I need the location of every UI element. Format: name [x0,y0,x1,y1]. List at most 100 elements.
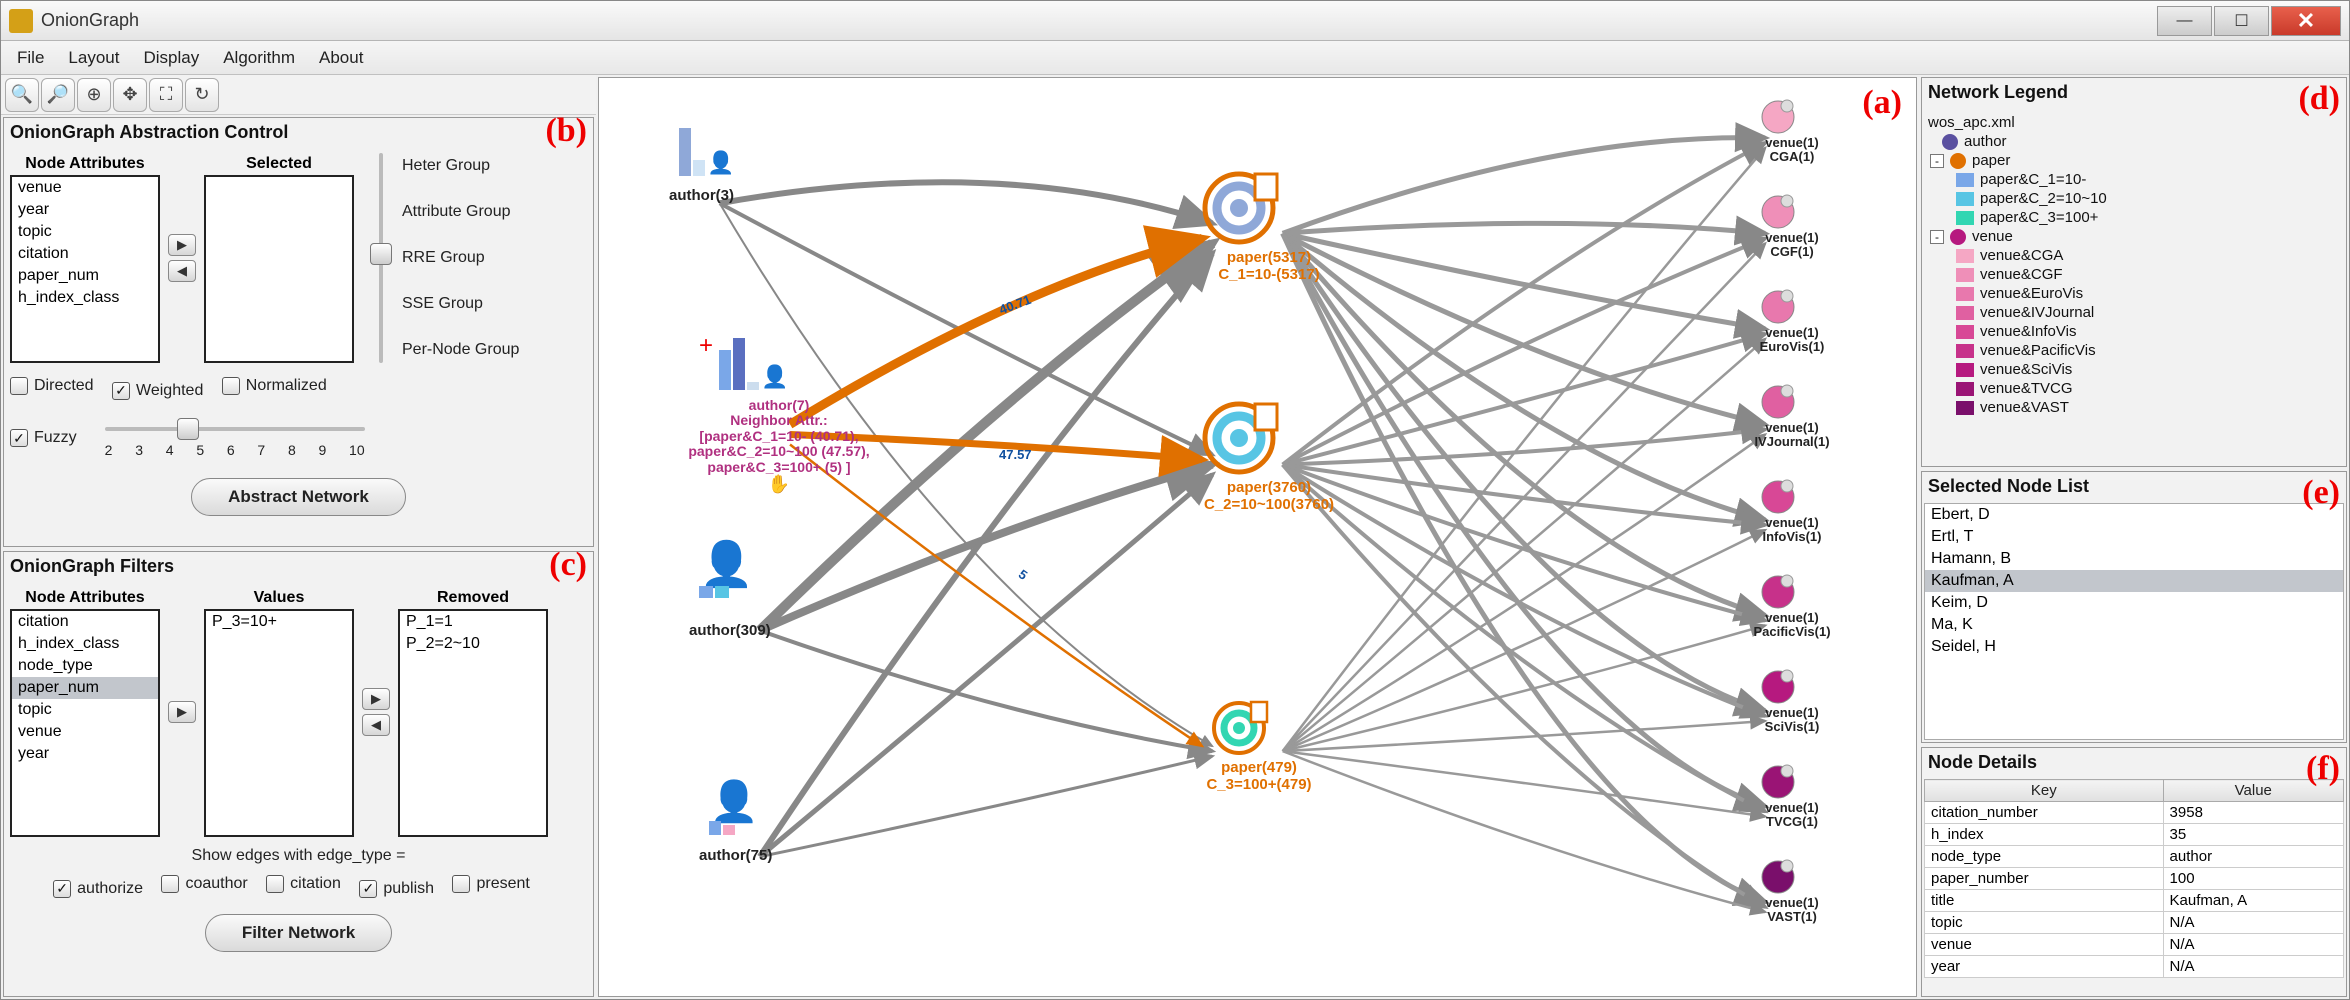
refresh-icon[interactable]: ↻ [185,78,219,112]
list-item[interactable]: Ertl, T [1925,526,2343,548]
pan-icon[interactable]: ✥ [113,78,147,112]
filter-removed-header: Removed [398,587,548,609]
tree-item[interactable]: venue&CGF [1928,265,2340,284]
weighted-checkbox[interactable]: ✓Weighted [112,382,203,400]
node-details-panel: (f) Node Details KeyValue citation_numbe… [1921,747,2347,997]
venue-label: venue(1)SciVis(1) [1747,706,1837,735]
tree-item[interactable]: venue&SciVis [1928,360,2340,379]
menu-layout[interactable]: Layout [56,44,131,72]
coauthor-checkbox[interactable]: coauthor [161,875,247,893]
list-item[interactable]: citation [12,243,158,265]
list-item[interactable]: year [12,199,158,221]
menu-about[interactable]: About [307,44,375,72]
tree-item[interactable]: paper&C_1=10- [1928,170,2340,189]
paper-label: paper(479)C_3=100+(479) [1169,760,1349,793]
list-item[interactable]: Ebert, D [1925,504,2343,526]
directed-checkbox[interactable]: Directed [10,377,94,395]
tree-item[interactable]: venue&InfoVis [1928,322,2340,341]
move-left-button[interactable]: ◀ [362,714,390,736]
list-item[interactable]: Seidel, H [1925,636,2343,658]
abstraction-selected-list[interactable] [204,175,354,363]
tree-item[interactable]: author [1928,132,2340,151]
abstract-network-button[interactable]: Abstract Network [191,478,406,516]
tree-item[interactable]: venue&IVJournal [1928,303,2340,322]
paper-node[interactable] [1199,168,1279,253]
author-node[interactable]: 👤 [709,778,759,835]
move-right-button[interactable]: ▶ [362,688,390,710]
filters-panel: (c) OnionGraph Filters Node Attributes c… [3,551,594,997]
list-item[interactable]: venue [12,721,158,743]
list-item[interactable]: node_type [12,655,158,677]
list-item[interactable]: paper_num [12,265,158,287]
menu-display[interactable]: Display [131,44,211,72]
author-node[interactable]: 👤 [699,538,754,598]
zoom-in-icon[interactable]: 🔍 [5,78,39,112]
author-node-selected[interactable]: + 👤 [719,338,788,390]
tree-item[interactable]: paper&C_2=10~10 [1928,189,2340,208]
legend-tree[interactable]: wos_apc.xml author -paper paper&C_1=10- … [1928,113,2340,417]
filter-network-button[interactable]: Filter Network [205,914,392,952]
author-node[interactable]: 👤 [679,128,734,176]
tree-item[interactable]: venue&EuroVis [1928,284,2340,303]
authorize-checkbox[interactable]: ✓authorize [53,880,143,898]
tree-root[interactable]: wos_apc.xml [1928,113,2340,132]
filter-removed-list[interactable]: P_1=1 P_2=2~10 [398,609,548,837]
move-left-button[interactable]: ◀ [168,260,196,282]
normalized-checkbox[interactable]: Normalized [222,377,327,395]
list-item[interactable]: Kaufman, A [1925,570,2343,592]
group-slider[interactable] [370,153,392,363]
list-item[interactable]: Keim, D [1925,592,2343,614]
window-title: OnionGraph [41,10,2157,31]
tree-item[interactable]: venue&PacificVis [1928,341,2340,360]
close-button[interactable]: ✕ [2271,6,2341,36]
paper-node[interactable] [1199,398,1279,483]
list-item[interactable]: Ma, K [1925,614,2343,636]
tree-item[interactable]: venue&TVCG [1928,379,2340,398]
list-item[interactable]: h_index_class [12,287,158,309]
move-right-button[interactable]: ▶ [168,234,196,256]
tree-item[interactable]: venue&VAST [1928,398,2340,417]
venue-label: venue(1)InfoVis(1) [1747,516,1837,545]
expand-icon[interactable]: ⛶ [149,78,183,112]
menu-file[interactable]: File [5,44,56,72]
window-buttons: — ☐ ✕ [2157,6,2341,36]
list-item[interactable]: paper_num [12,677,158,699]
callout-c: (c) [549,546,587,584]
move-right-button[interactable]: ▶ [168,701,196,723]
list-item[interactable]: h_index_class [12,633,158,655]
citation-checkbox[interactable]: citation [266,875,341,893]
menu-algorithm[interactable]: Algorithm [211,44,307,72]
fuzzy-checkbox[interactable]: ✓Fuzzy [10,429,77,447]
list-item[interactable]: P_1=1 [400,611,546,633]
group-label: Per-Node Group [402,341,519,359]
zoom-out-icon[interactable]: 🔎 [41,78,75,112]
key-header: Key [1925,780,2164,802]
list-item[interactable]: year [12,743,158,765]
paper-node[interactable] [1209,698,1269,763]
list-item[interactable]: P_2=2~10 [400,633,546,655]
filter-values-list[interactable]: P_3=10+ [204,609,354,837]
minimize-button[interactable]: — [2157,6,2212,36]
tree-item[interactable]: -venue [1928,227,2340,246]
graph-canvas[interactable]: (a) [598,77,1917,997]
selected-node-list[interactable]: Ebert, DErtl, THamann, BKaufman, AKeim, … [1924,503,2344,740]
zoom-fit-icon[interactable]: ⊕ [77,78,111,112]
maximize-button[interactable]: ☐ [2214,6,2269,36]
fuzzy-slider[interactable] [105,418,365,440]
filter-values-header: Values [204,587,354,609]
tree-item[interactable]: -paper [1928,151,2340,170]
abstraction-attrs-list[interactable]: venue year topic citation paper_num h_in… [10,175,160,363]
list-item[interactable]: citation [12,611,158,633]
list-item[interactable]: topic [12,699,158,721]
list-item[interactable]: P_3=10+ [206,611,352,633]
present-checkbox[interactable]: present [452,875,529,893]
tree-item[interactable]: venue&CGA [1928,246,2340,265]
group-label: Attribute Group [402,203,519,221]
list-item[interactable]: venue [12,177,158,199]
right-column: (d) Network Legend wos_apc.xml author -p… [1919,75,2349,999]
list-item[interactable]: Hamann, B [1925,548,2343,570]
list-item[interactable]: topic [12,221,158,243]
publish-checkbox[interactable]: ✓publish [359,880,434,898]
filter-attrs-list[interactable]: citationh_index_classnode_typepaper_numt… [10,609,160,837]
tree-item[interactable]: paper&C_3=100+ [1928,208,2340,227]
